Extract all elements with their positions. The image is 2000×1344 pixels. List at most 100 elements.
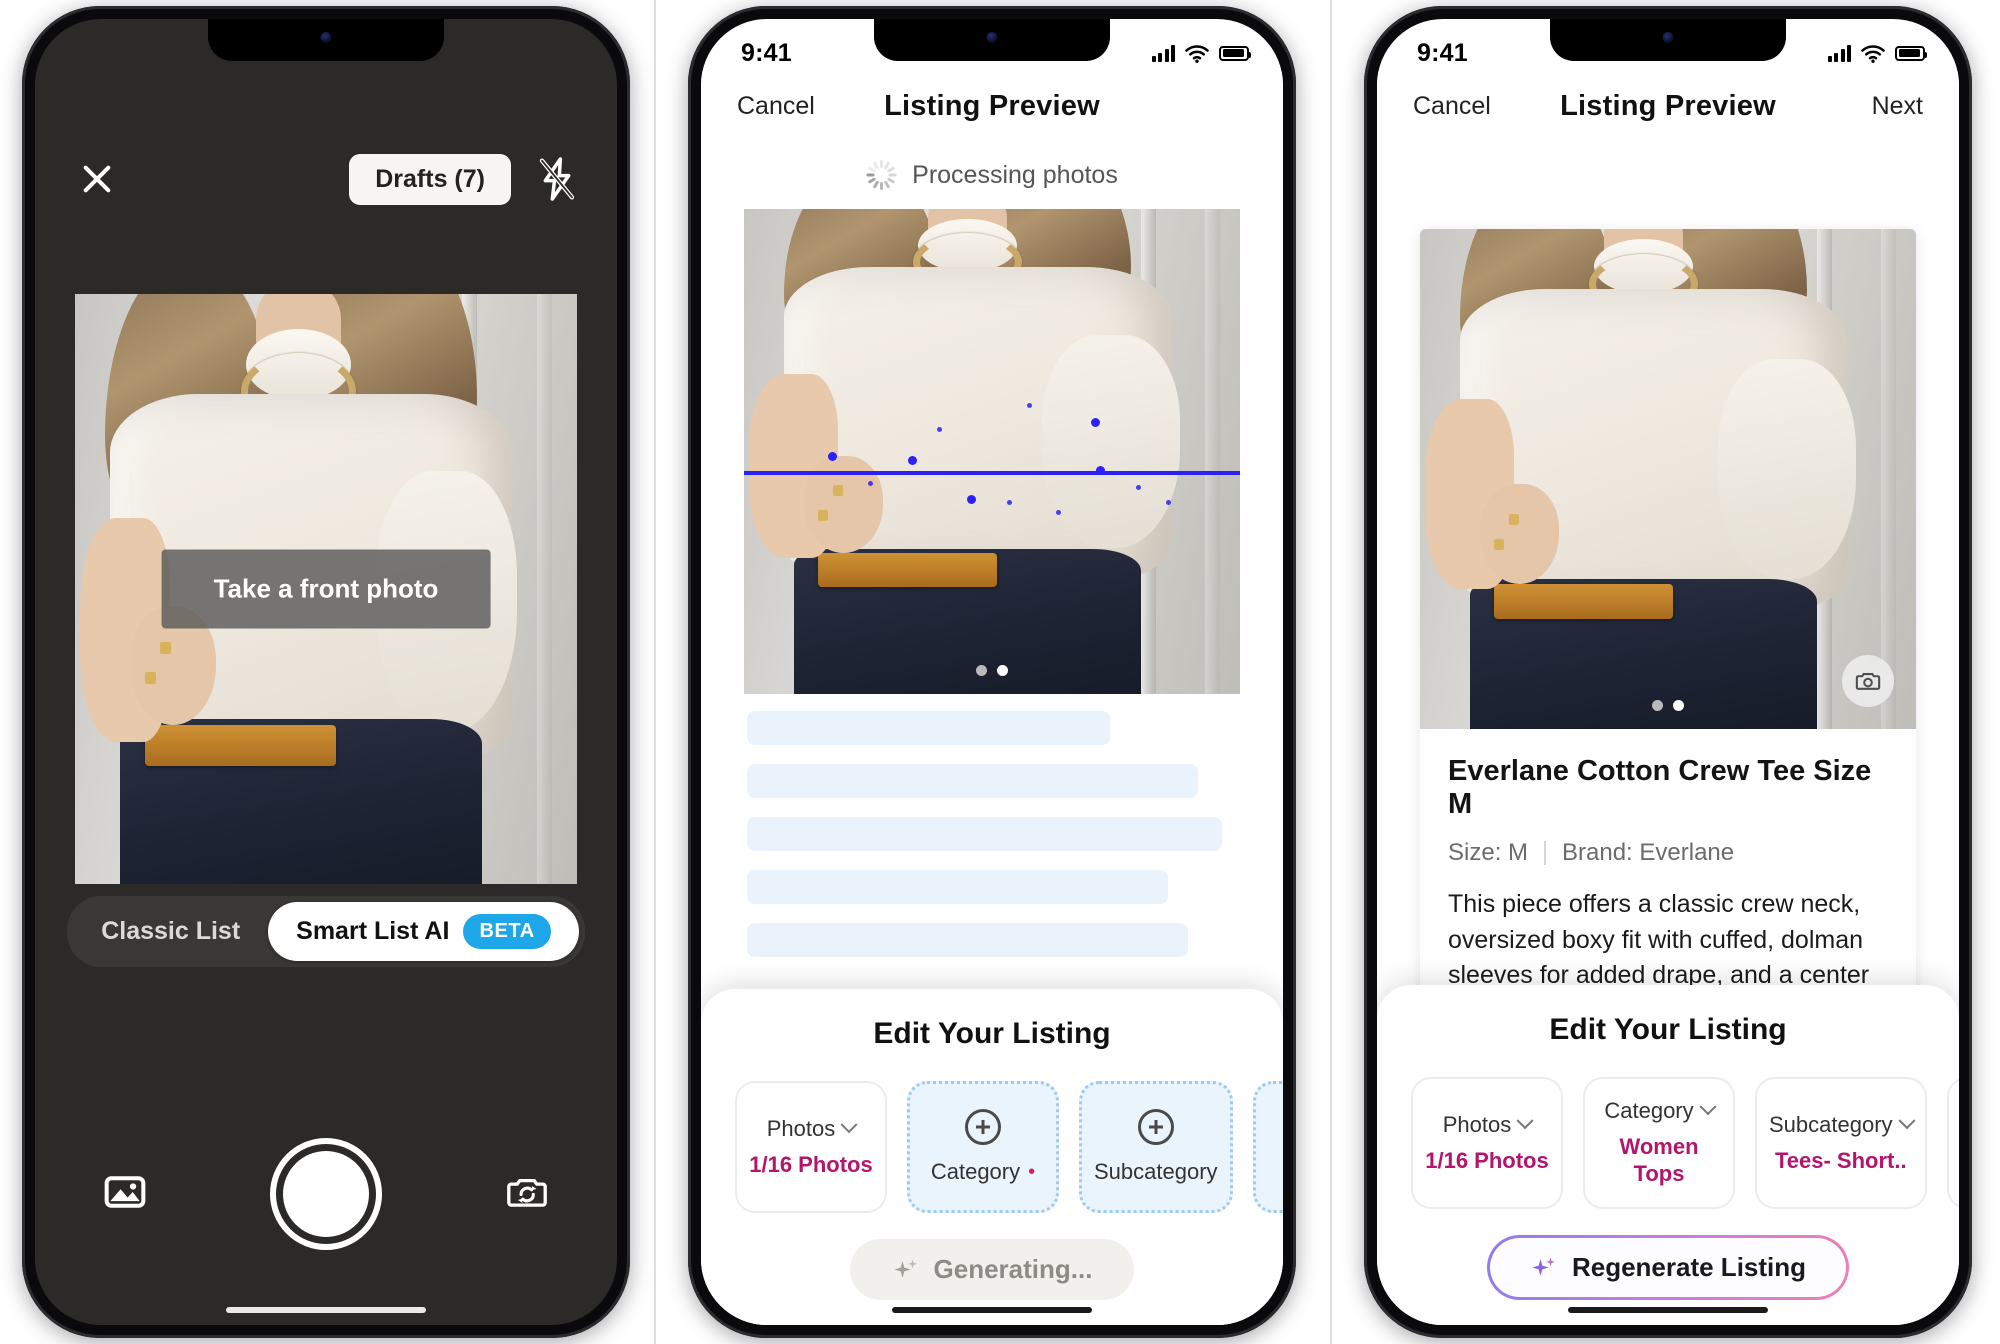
carousel-dot-active[interactable] [1673, 700, 1684, 711]
status-time: 9:41 [1417, 38, 1468, 67]
chip-subcategory[interactable]: Subcategory [1079, 1081, 1233, 1213]
chevron-down-icon [840, 1115, 858, 1133]
wifi-icon [1861, 44, 1885, 63]
listing-meta: Size: M Brand: Everlane [1448, 839, 1888, 867]
meta-size: Size: M [1448, 839, 1529, 866]
edit-listing-sheet: Edit Your Listing Photos 1/16 Photos Cat… [1377, 985, 1959, 1325]
page-title: Listing Preview [1560, 89, 1776, 122]
chip-label-row: Photos [767, 1115, 858, 1142]
subject-photo [1420, 229, 1916, 729]
carousel-dot[interactable] [1652, 700, 1663, 711]
front-camera-icon [1662, 32, 1674, 43]
home-indicator [1568, 1307, 1768, 1313]
cancel-button[interactable]: Cancel [737, 92, 821, 121]
carousel-dot[interactable] [976, 665, 987, 676]
sheet-title: Edit Your Listing [873, 1017, 1111, 1050]
device-notch [1550, 19, 1786, 61]
subject-photo [744, 209, 1240, 694]
cancel-button[interactable]: Cancel [1413, 92, 1497, 121]
chip-value: Tees- Short.. [1774, 1147, 1907, 1173]
wifi-icon [1185, 44, 1209, 63]
chip-category[interactable]: Category Women Tops [1583, 1077, 1735, 1209]
chip-label-row: Subcategory [1769, 1111, 1916, 1138]
skeleton-line [747, 923, 1188, 957]
sheet-title: Edit Your Listing [1549, 1013, 1787, 1046]
sparkle-icon [1532, 1257, 1555, 1276]
cellular-bars-icon [1827, 44, 1851, 62]
camera-screen: Drafts (7) Take a front photo Classic Li… [35, 19, 617, 1325]
drafts-button[interactable]: Drafts (7) [349, 153, 511, 205]
shutter-button[interactable] [270, 1138, 382, 1250]
device-notch [874, 19, 1110, 61]
scan-line [744, 471, 1240, 475]
chip-subcategory[interactable]: Subcategory Tees- Short.. [1755, 1077, 1927, 1209]
meta-brand: Brand: Everlane [1562, 839, 1735, 866]
phone-1-camera: Drafts (7) Take a front photo Classic Li… [22, 6, 630, 1338]
chip-category[interactable]: Category • [907, 1081, 1059, 1213]
close-icon[interactable] [75, 157, 119, 201]
chip-label-row: Subcategory [1094, 1159, 1218, 1185]
chip-label-row: Category [1604, 1098, 1717, 1124]
field-chip-row[interactable]: Photos 1/16 Photos Category • Subcategor… [701, 1081, 1283, 1213]
chip-label: Category [930, 1159, 1021, 1184]
chip-photos[interactable]: Photos 1/16 Photos [735, 1081, 887, 1213]
regenerate-listing-button[interactable]: Regenerate Listing [1487, 1235, 1849, 1300]
scan-point [1026, 403, 1032, 408]
camera-top-bar: Drafts (7) [35, 144, 617, 214]
carousel-dot-active[interactable] [997, 665, 1008, 676]
carousel-dots[interactable] [976, 665, 1008, 676]
phone-3-listing: 9:41 Cancel Listing Preview Next Everlan… [1364, 6, 1972, 1338]
chip-label-row: Photos [1443, 1112, 1534, 1138]
gallery-icon[interactable] [103, 1170, 147, 1219]
flip-camera-icon[interactable] [505, 1171, 549, 1218]
page-title: Listing Preview [884, 89, 1100, 122]
mode-smart-list-ai[interactable]: Smart List AI BETA [268, 902, 579, 961]
content-skeleton [747, 711, 1237, 976]
carousel-dots[interactable] [1652, 700, 1684, 711]
photo-scan-preview[interactable] [744, 209, 1240, 694]
edit-listing-sheet: Edit Your Listing Photos 1/16 Photos Cat… [701, 989, 1283, 1325]
chip-photos[interactable]: Photos 1/16 Photos [1411, 1077, 1563, 1209]
add-circle-icon [1137, 1109, 1174, 1145]
chip-brand-partial[interactable]: Bra Eve [1946, 1077, 1959, 1209]
chip-label: Subcategory [1769, 1111, 1893, 1137]
chip-value: 1/16 Photos [749, 1151, 873, 1177]
regenerate-action-row: Regenerate Listing [1377, 1235, 1959, 1300]
chevron-down-icon [1898, 1111, 1916, 1129]
listing-photo[interactable] [1420, 229, 1916, 729]
viewfinder-hint: Take a front photo [161, 549, 491, 629]
loading-spinner-icon [866, 160, 897, 190]
listing-title: Everlane Cotton Crew Tee Size M [1448, 755, 1872, 820]
camera-viewfinder[interactable]: Take a front photo [75, 294, 577, 884]
cellular-bars-icon [1151, 44, 1175, 62]
mode-classic-list[interactable]: Classic List [73, 905, 268, 958]
next-button[interactable]: Next [1839, 92, 1923, 121]
home-indicator [226, 1307, 426, 1313]
device-notch [208, 19, 444, 61]
scan-point [1165, 500, 1171, 505]
meta-separator [1544, 841, 1547, 865]
skeleton-line [747, 870, 1169, 904]
listing-preview-processing-screen: 9:41 Cancel Listing Preview Processing p… [701, 19, 1283, 1325]
capture-mode-selector: Classic List Smart List AI BETA [35, 896, 617, 967]
front-camera-icon [320, 32, 332, 43]
flash-off-icon[interactable] [537, 156, 577, 202]
scan-point [1006, 500, 1012, 505]
scan-point [1091, 417, 1101, 427]
panel-divider-1 [654, 0, 656, 1344]
skeleton-line [747, 711, 1110, 745]
processing-label: Processing photos [912, 160, 1118, 189]
camera-icon[interactable] [1842, 655, 1894, 707]
battery-icon [1219, 45, 1251, 61]
chevron-down-icon [1699, 1098, 1717, 1116]
chip-brand-partial[interactable]: B [1252, 1081, 1283, 1213]
regenerate-label: Regenerate Listing [1571, 1252, 1807, 1282]
chip-label: Category [1604, 1098, 1694, 1124]
beta-badge: BETA [463, 914, 551, 949]
front-camera-icon [986, 32, 998, 43]
scan-point [828, 451, 838, 461]
skeleton-line [747, 817, 1223, 851]
field-chip-row[interactable]: Photos 1/16 Photos Category Women Tops S… [1377, 1077, 1959, 1209]
nav-bar: Cancel Listing Preview [701, 71, 1283, 141]
chip-label-row: Category • [931, 1159, 1035, 1185]
